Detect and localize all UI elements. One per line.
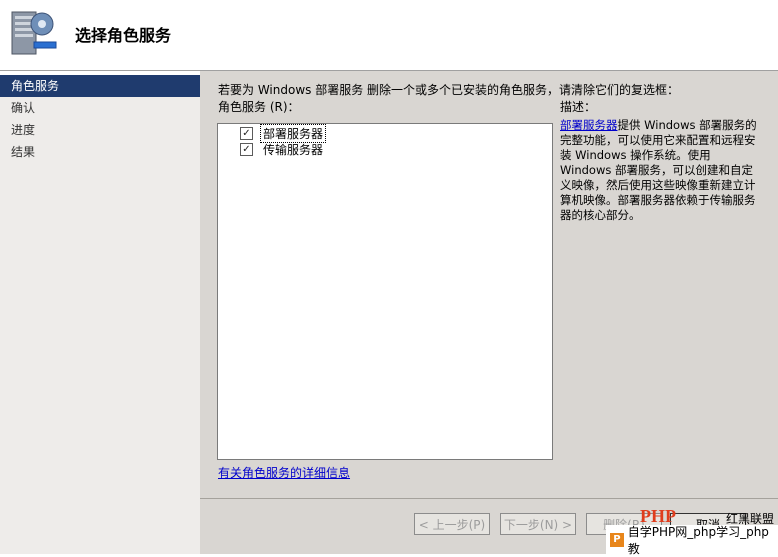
step-progress[interactable]: 进度 (0, 119, 200, 141)
role-services-list[interactable]: ✓ 部署服务器 ✓ 传输服务器 (217, 123, 553, 460)
instruction-text: 若要为 Windows 部署服务 删除一个或多个已安装的角色服务，请清除它们的复… (218, 83, 680, 97)
next-button[interactable]: 下一步(N) > (500, 513, 576, 535)
server-manager-icon (11, 11, 57, 55)
deployment-server-link[interactable]: 部署服务器 (560, 118, 618, 132)
step-confirmation[interactable]: 确认 (0, 97, 200, 119)
watermark-text: 自学PHP网_php学习_php教 (627, 524, 769, 556)
footer-divider (200, 498, 778, 499)
list-item-label[interactable]: 部署服务器 (259, 123, 327, 143)
checkbox-deployment-server[interactable]: ✓ (240, 126, 253, 140)
description-text: 部署服务器提供 Windows 部署服务的完整功能，可以使用它来配置和远程安装 … (560, 118, 758, 223)
watermark-banner: P 自学PHP网_php学习_php教 (606, 524, 778, 556)
description-body: 提供 Windows 部署服务的完整功能，可以使用它来配置和远程安装 Windo… (560, 118, 757, 222)
list-item-transport-server[interactable]: ✓ 传输服务器 (240, 141, 325, 157)
list-item-deployment-server[interactable]: ✓ 部署服务器 (240, 123, 327, 143)
step-role-services[interactable]: 角色服务 (0, 75, 200, 97)
page-title: 选择角色服务 (75, 26, 172, 45)
role-services-label: 角色服务 (R)： (218, 100, 300, 114)
description-label: 描述： (560, 100, 597, 114)
wizard-content: 若要为 Windows 部署服务 删除一个或多个已安装的角色服务，请清除它们的复… (200, 71, 778, 554)
previous-button[interactable]: < 上一步(P) (414, 513, 490, 535)
step-results[interactable]: 结果 (0, 141, 200, 163)
php-logo-icon: P (610, 532, 624, 547)
wizard-steps-sidebar: 角色服务 确认 进度 结果 (0, 75, 200, 554)
more-info-link[interactable]: 有关角色服务的详细信息 (218, 464, 350, 481)
checkbox-transport-server[interactable]: ✓ (240, 142, 253, 156)
wizard-header: 选择角色服务 (0, 0, 778, 71)
list-item-label[interactable]: 传输服务器 (261, 141, 325, 158)
